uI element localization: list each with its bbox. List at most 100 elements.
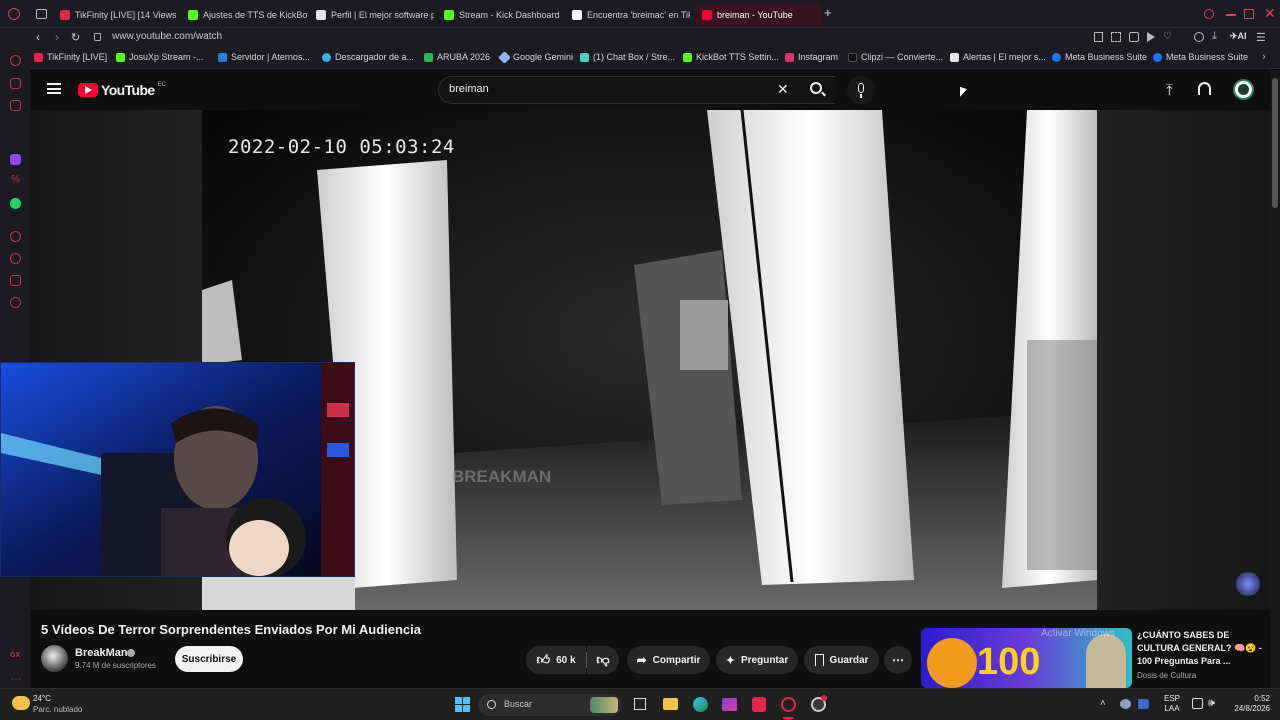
sidebar-app-icon[interactable] xyxy=(10,78,21,89)
channel-name[interactable]: BreakMan xyxy=(75,647,128,659)
sidebar-more-icon[interactable]: ⋯ xyxy=(11,674,21,685)
aria-ai-icon[interactable]: ✈AI xyxy=(1230,31,1247,42)
sidebar-app-icon[interactable] xyxy=(10,231,21,242)
easy-setup-icon[interactable]: ☰ xyxy=(1256,31,1266,44)
adblock-icon[interactable] xyxy=(1129,32,1139,42)
bookmark-item[interactable]: Servidor | Aternos... xyxy=(218,52,310,62)
bookmark-item[interactable]: Google Gemini xyxy=(498,50,573,64)
close-window-icon[interactable]: ✕ xyxy=(1264,5,1276,22)
history-icon[interactable] xyxy=(10,253,21,264)
sidebar-app-icon[interactable] xyxy=(10,100,21,111)
clock[interactable]: 0:52 24/8/2026 xyxy=(1224,694,1270,714)
subscribe-button[interactable]: Suscribirse xyxy=(175,646,243,672)
mouse-cursor xyxy=(960,86,967,100)
branding-watermark-icon[interactable] xyxy=(1236,572,1260,596)
maximize-icon[interactable] xyxy=(1244,9,1254,19)
bookmark-item[interactable]: Meta Business Suite xyxy=(1153,52,1248,62)
like-button[interactable]: 👍︎ 60 k xyxy=(526,646,586,674)
weather-icon[interactable] xyxy=(12,696,30,710)
voice-search-button[interactable] xyxy=(847,76,875,104)
start-button[interactable] xyxy=(455,697,470,712)
back-icon[interactable]: ‹ xyxy=(36,30,40,44)
sidebar-app-icon[interactable]: GX xyxy=(10,652,20,659)
twitch-icon[interactable] xyxy=(10,154,21,165)
profile-icon[interactable] xyxy=(1194,32,1204,42)
url-field[interactable]: www.youtube.com/watch xyxy=(112,31,222,42)
recommended-channel[interactable]: Dosis de Cultura xyxy=(1137,671,1196,680)
upload-icon[interactable]: ⤒ xyxy=(1166,82,1173,99)
sparkle-icon: ✦ xyxy=(725,654,735,667)
network-icon[interactable] xyxy=(1192,698,1203,709)
tray-app-icon[interactable] xyxy=(1138,699,1149,709)
channel-avatar[interactable] xyxy=(41,645,68,672)
account-avatar[interactable] xyxy=(1233,79,1254,100)
page-scrollbar[interactable] xyxy=(1270,70,1280,688)
bookmark-item[interactable]: Meta Business Suite xyxy=(1052,52,1147,62)
bookmark-item[interactable]: TikFinity [LIVE] xyxy=(34,52,107,62)
more-actions-button[interactable]: ⋯ xyxy=(884,646,912,674)
tray-app-icon[interactable] xyxy=(1120,699,1131,709)
opera-gx-icon[interactable] xyxy=(781,697,796,712)
minimize-icon[interactable] xyxy=(1226,14,1236,16)
whatsapp-icon[interactable] xyxy=(10,198,21,209)
bookmark-item[interactable]: ARUBA 2026 xyxy=(424,52,490,62)
snapshot-icon[interactable] xyxy=(1111,32,1121,42)
downloader-icon xyxy=(322,52,331,62)
search-box[interactable] xyxy=(438,76,835,104)
browser-tab[interactable]: TikFinity [LIVE] [14 Views xyxy=(54,4,176,26)
download-icon[interactable]: ⤓ xyxy=(1212,30,1217,43)
dislike-button[interactable]: 👎︎ xyxy=(587,646,619,674)
player-icon[interactable] xyxy=(1147,32,1155,42)
tray-overflow-icon[interactable]: ˄ xyxy=(1100,698,1106,709)
browser-tab[interactable]: Encuentra 'breimac' en Tik xyxy=(566,4,690,26)
bookmark-item[interactable]: JosuXp Stream -... xyxy=(116,52,204,62)
search-tabs-icon[interactable] xyxy=(1204,9,1214,19)
hamburger-menu-icon[interactable] xyxy=(47,83,61,94)
edge-icon[interactable] xyxy=(693,697,708,712)
extensions-icons[interactable]: ♡ xyxy=(1094,32,1184,44)
forward-icon[interactable]: › xyxy=(55,30,59,44)
bookmark-item[interactable]: Alertas | El mejor s... xyxy=(950,52,1046,62)
sidebar-app-icon[interactable]: % xyxy=(11,174,20,185)
browser-tab-active[interactable]: breiman - YouTube xyxy=(696,4,822,26)
store-icon[interactable] xyxy=(722,698,737,711)
reload-icon[interactable]: ↻ xyxy=(71,31,80,44)
workspaces-icon[interactable] xyxy=(36,9,47,19)
bookmark-page-icon[interactable] xyxy=(1094,32,1103,42)
browser-tab[interactable]: Stream - Kick Dashboard xyxy=(438,4,562,26)
bookmark-item[interactable]: Descargador de a... xyxy=(322,52,414,62)
heart-icon[interactable]: ♡ xyxy=(1163,32,1172,44)
ask-button[interactable]: ✦ Preguntar xyxy=(716,646,798,674)
weather-temp[interactable]: 24°C xyxy=(33,694,51,703)
browser-tab[interactable]: Perfil | El mejor software p xyxy=(310,4,434,26)
bookmark-item[interactable]: Clipzi — Convierte... xyxy=(848,52,943,62)
recommended-title[interactable]: ¿CUÁNTO SABES DE CULTURA GENERAL? 🧠😵 - 1… xyxy=(1137,629,1265,668)
bookmarks-overflow-icon[interactable]: › xyxy=(1262,51,1266,63)
capcut-icon[interactable] xyxy=(752,697,766,712)
task-view-icon[interactable] xyxy=(634,698,646,710)
recording-badge-icon xyxy=(821,695,827,701)
settings-icon[interactable] xyxy=(10,297,21,308)
volume-icon[interactable]: 🕪︎ xyxy=(1208,697,1215,710)
scrollbar-thumb[interactable] xyxy=(1272,78,1278,208)
share-button[interactable]: ➦ Compartir xyxy=(627,646,710,674)
taskbar-search[interactable]: Buscar xyxy=(478,694,622,716)
notifications-bell-icon[interactable] xyxy=(1198,82,1211,95)
save-button[interactable]: Guardar xyxy=(804,646,879,674)
bookmark-item[interactable]: KickBot TTS Settin... xyxy=(683,52,779,62)
recommended-thumbnail[interactable]: 100 Activar Windows xyxy=(921,628,1132,688)
youtube-logo[interactable]: YouTube EC xyxy=(78,82,166,98)
webcam-overlay xyxy=(0,362,355,577)
language-line-1: ESP xyxy=(1164,694,1181,703)
file-explorer-icon[interactable] xyxy=(663,698,678,710)
speed-dial-icon[interactable] xyxy=(10,55,21,66)
sidebar-app-icon[interactable] xyxy=(10,275,21,286)
browser-menu-icon[interactable] xyxy=(8,8,20,20)
new-tab-button[interactable]: + xyxy=(824,6,836,20)
clear-search-icon[interactable]: ✕ xyxy=(777,81,789,98)
language-indicator[interactable]: ESP LAA xyxy=(1164,694,1180,714)
bookmark-item[interactable]: Instagram xyxy=(785,52,838,62)
bookmark-item[interactable]: (1) Chat Box / Stre... xyxy=(580,52,675,62)
search-input[interactable]: breiman xyxy=(449,83,489,95)
browser-tab[interactable]: Ajustes de TTS de KickBot xyxy=(182,4,308,26)
